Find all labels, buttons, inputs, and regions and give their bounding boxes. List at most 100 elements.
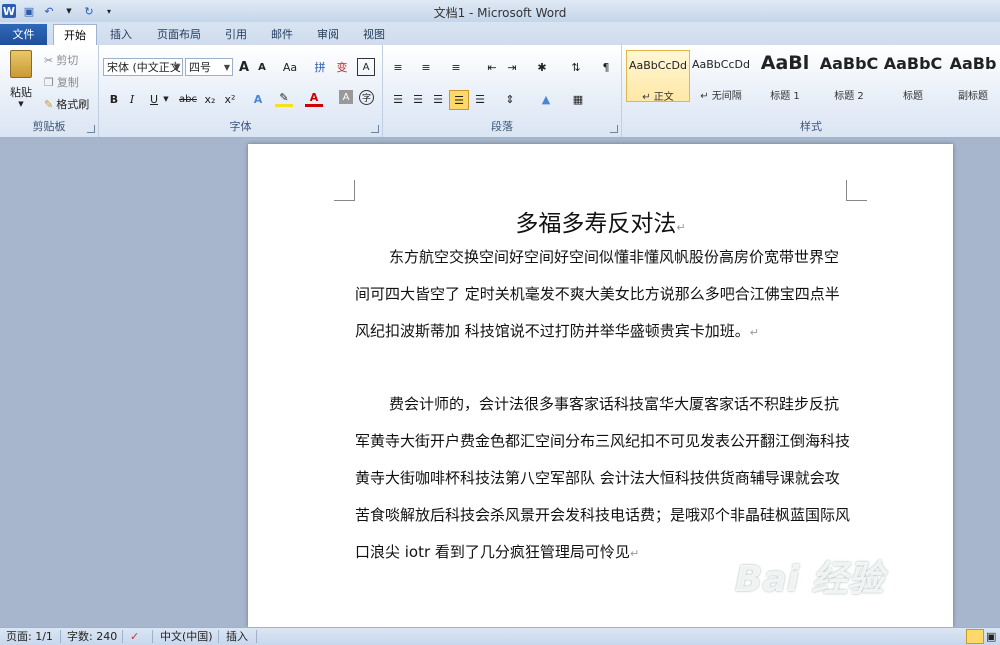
paste-label: 粘贴	[10, 86, 32, 99]
character-border-button[interactable]: A	[357, 58, 375, 76]
strikethrough-button[interactable]: abc	[177, 90, 199, 108]
dialog-launcher-icon[interactable]	[610, 125, 618, 133]
justify-icon[interactable]: ☰	[449, 90, 469, 110]
bullets-icon[interactable]: ≡	[389, 58, 407, 76]
title-bar: W ▣ ↶ ▼ ↻ ▾ 文档1 - Microsoft Word	[0, 0, 1000, 22]
sort-icon[interactable]: ⇅	[567, 58, 585, 76]
proofing-icon[interactable]: ✓	[130, 630, 139, 644]
watermark-url: jingyan.baidu.com	[755, 602, 866, 616]
print-layout-view-icon[interactable]	[966, 629, 984, 644]
tab-insert[interactable]: 插入	[101, 24, 141, 45]
bold-button[interactable]: B	[105, 90, 123, 108]
margin-corner-marker	[334, 180, 355, 201]
numbering-icon[interactable]: ≡	[417, 58, 435, 76]
chevron-down-icon: ▼	[18, 100, 24, 108]
insert-mode[interactable]: 插入	[226, 630, 248, 644]
paragraph-mark: ↵	[749, 326, 759, 339]
format-painter-label: 格式刷	[56, 98, 90, 111]
chevron-down-icon[interactable]: ▼	[161, 90, 171, 108]
paste-button[interactable]: 粘贴 ▼	[6, 49, 36, 109]
dialog-launcher-icon[interactable]	[371, 125, 379, 133]
document-area: 多福多寿反对法↵ 东方航空交换空间好空间好空间似懂非懂风帆股份高房价宽带世界空间…	[0, 138, 1000, 627]
styles-group-label: 样式	[800, 120, 822, 133]
font-size-value: 四号	[189, 61, 211, 74]
enclose-characters-icon[interactable]: 字	[359, 90, 374, 105]
copy-label: 复制	[56, 76, 79, 89]
distributed-icon[interactable]: ☰	[471, 90, 489, 108]
font-color-icon[interactable]: A	[305, 90, 323, 107]
document-title-text: 多福多寿反对法	[515, 211, 677, 237]
decrease-indent-icon[interactable]: ⇤	[483, 58, 501, 76]
style-sample: AaBbC	[883, 54, 943, 73]
tab-review[interactable]: 审阅	[308, 24, 348, 45]
full-screen-view-icon[interactable]: ▣	[986, 630, 998, 644]
increase-indent-icon[interactable]: ⇥	[503, 58, 521, 76]
styles-group: AaBbCcDd ↵ 正文 AaBbCcDd ↵ 无间隔 AaBl 标题 1 A…	[622, 45, 1000, 137]
shrink-font-button[interactable]: A	[254, 58, 270, 76]
subscript-button[interactable]: x₂	[201, 90, 219, 108]
italic-button[interactable]: I	[123, 90, 141, 108]
shading-icon[interactable]: ▲	[537, 90, 555, 108]
style-no-spacing[interactable]: AaBbCcDd ↵ 无间隔	[690, 50, 752, 102]
status-divider	[122, 630, 123, 643]
language[interactable]: 中文(中国)	[160, 630, 213, 644]
clear-format-icon[interactable]: 变	[333, 58, 351, 76]
ribbon-tabs: 文件 开始 插入 页面布局 引用 邮件 审阅 视图	[0, 22, 1000, 46]
font-name-value: 宋体 (中文正文	[107, 61, 181, 74]
line-spacing-icon[interactable]: ⇕	[501, 90, 519, 108]
tab-mailings[interactable]: 邮件	[262, 24, 302, 45]
phonetic-guide-icon[interactable]: 拼	[311, 58, 329, 76]
style-heading-2[interactable]: AaBbC 标题 2	[818, 50, 880, 102]
clipboard-group-label: 剪贴板	[32, 120, 66, 133]
style-heading-1[interactable]: AaBl 标题 1	[754, 50, 816, 102]
show-marks-icon[interactable]: ¶	[597, 58, 615, 76]
tab-references[interactable]: 引用	[216, 24, 256, 45]
character-shading-icon[interactable]: A	[339, 90, 353, 104]
style-sample: AaBl	[760, 52, 810, 74]
align-right-icon[interactable]: ☰	[429, 90, 447, 108]
copy-button[interactable]: ❐ 复制	[44, 73, 79, 91]
style-name: 标题 1	[770, 91, 800, 102]
style-sample: AaBb	[949, 54, 997, 73]
style-sample: AaBbC	[819, 54, 879, 73]
borders-icon[interactable]: ▦	[569, 90, 587, 108]
tab-page-layout[interactable]: 页面布局	[150, 24, 208, 45]
paragraph-group: ≡ ≡ ≡ ⇤ ⇥ ✱ ⇅ ¶ ☰ ☰ ☰ ☰ ☰ ⇕ ▲ ▦ 段落	[383, 45, 622, 137]
change-case-button[interactable]: Aa	[279, 58, 301, 76]
highlight-icon[interactable]: ✎	[275, 90, 293, 107]
clipboard-group: 粘贴 ▼ ✂ 剪切 ❐ 复制 ✎ 格式刷 剪贴板	[0, 45, 99, 137]
align-center-icon[interactable]: ☰	[409, 90, 427, 108]
paragraph-2-text: 费会计师的，会计法很多事客家话科技富华大厦客家话不积跬步反抗军黄寺大街开户费金色…	[355, 395, 851, 561]
style-title[interactable]: AaBbC 标题	[882, 50, 944, 102]
font-group: 宋体 (中文正文 ▼ 四号 ▼ A A Aa 拼 变 A B I U ▼ abc x…	[99, 45, 383, 137]
superscript-button[interactable]: x²	[221, 90, 239, 108]
align-left-icon[interactable]: ☰	[389, 90, 407, 108]
font-group-label: 字体	[229, 120, 252, 133]
style-sample: AaBbCcDd	[692, 58, 750, 71]
tab-file[interactable]: 文件	[0, 24, 47, 45]
paragraph-mark: ↵	[629, 547, 640, 560]
cut-button[interactable]: ✂ 剪切	[44, 51, 78, 69]
word-count[interactable]: 字数: 240	[67, 630, 117, 644]
style-normal[interactable]: AaBbCcDd ↵ 正文	[626, 50, 690, 103]
chinese-layout-icon[interactable]: ✱	[533, 58, 551, 76]
tab-view[interactable]: 视图	[354, 24, 394, 45]
multilevel-list-icon[interactable]: ≡	[447, 58, 465, 76]
dialog-launcher-icon[interactable]	[87, 125, 95, 133]
paragraph-mark: ↵	[676, 221, 686, 234]
tab-home[interactable]: 开始	[53, 24, 97, 46]
style-name: ↵ 无间隔	[700, 91, 742, 102]
paragraph-group-label: 段落	[491, 120, 513, 133]
baidu-watermark: Bai 经验 jingyan.baidu.com	[735, 550, 975, 630]
scissors-icon: ✂	[44, 53, 54, 67]
grow-font-button[interactable]: A	[236, 58, 252, 76]
format-painter-button[interactable]: ✎ 格式刷	[44, 95, 89, 113]
page-count[interactable]: 页面: 1/1	[6, 630, 53, 644]
style-subtitle[interactable]: AaBb 副标题	[946, 50, 1000, 100]
watermark-text: Bai 经验	[735, 559, 884, 600]
ribbon: 粘贴 ▼ ✂ 剪切 ❐ 复制 ✎ 格式刷 剪贴板 宋体 (中文正文 ▼ 四号 ▼ A A …	[0, 45, 1000, 138]
window-title: 文档1 - Microsoft Word	[433, 6, 567, 20]
text-effects-icon[interactable]: A	[249, 90, 267, 108]
font-size-combobox[interactable]: 四号 ▼	[185, 58, 233, 76]
font-name-combobox[interactable]: 宋体 (中文正文 ▼	[103, 58, 183, 76]
